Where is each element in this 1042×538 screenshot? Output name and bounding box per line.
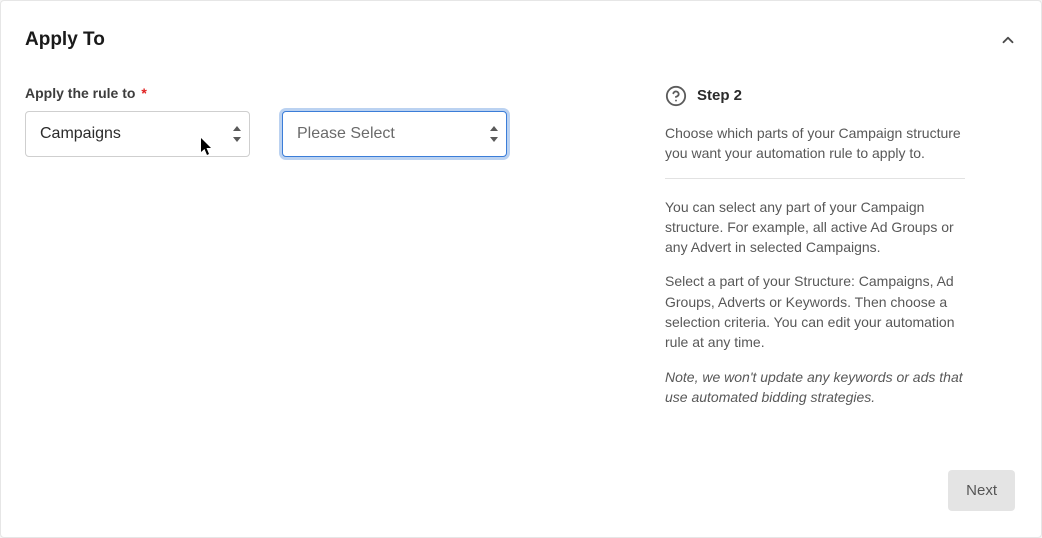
chevron-up-icon[interactable] <box>999 31 1017 49</box>
help-column: Step 2 Choose which parts of your Campai… <box>665 85 965 407</box>
panel-body: Apply the rule to * Campaigns Please Sel… <box>25 85 1017 407</box>
form-column: Apply the rule to * Campaigns Please Sel… <box>25 85 625 157</box>
structure-select-value: Campaigns <box>40 125 121 143</box>
field-label: Apply the rule to * <box>25 85 625 101</box>
next-button[interactable]: Next <box>948 470 1015 511</box>
help-paragraph-3: Select a part of your Structure: Campaig… <box>665 271 965 352</box>
step-label: Step 2 <box>697 85 742 107</box>
criteria-select-wrap: Please Select <box>282 111 507 157</box>
help-paragraph-1: Choose which parts of your Campaign stru… <box>665 123 965 164</box>
help-paragraph-2: You can select any part of your Campaign… <box>665 197 965 258</box>
criteria-select[interactable]: Please Select <box>282 111 507 157</box>
help-paragraph-4: Note, we won't update any keywords or ad… <box>665 367 965 408</box>
selects-row: Campaigns Please Select <box>25 111 625 157</box>
structure-select-wrap: Campaigns <box>25 111 250 157</box>
panel-title: Apply To <box>25 29 105 51</box>
required-asterisk: * <box>141 85 146 101</box>
apply-to-panel: Apply To Apply the rule to * Campaigns <box>0 0 1042 538</box>
help-icon <box>665 85 687 107</box>
help-divider <box>665 178 965 179</box>
criteria-select-value: Please Select <box>297 125 395 143</box>
field-label-text: Apply the rule to <box>25 85 135 101</box>
step-header: Step 2 <box>665 85 965 107</box>
panel-header: Apply To <box>25 29 1017 51</box>
structure-select[interactable]: Campaigns <box>25 111 250 157</box>
